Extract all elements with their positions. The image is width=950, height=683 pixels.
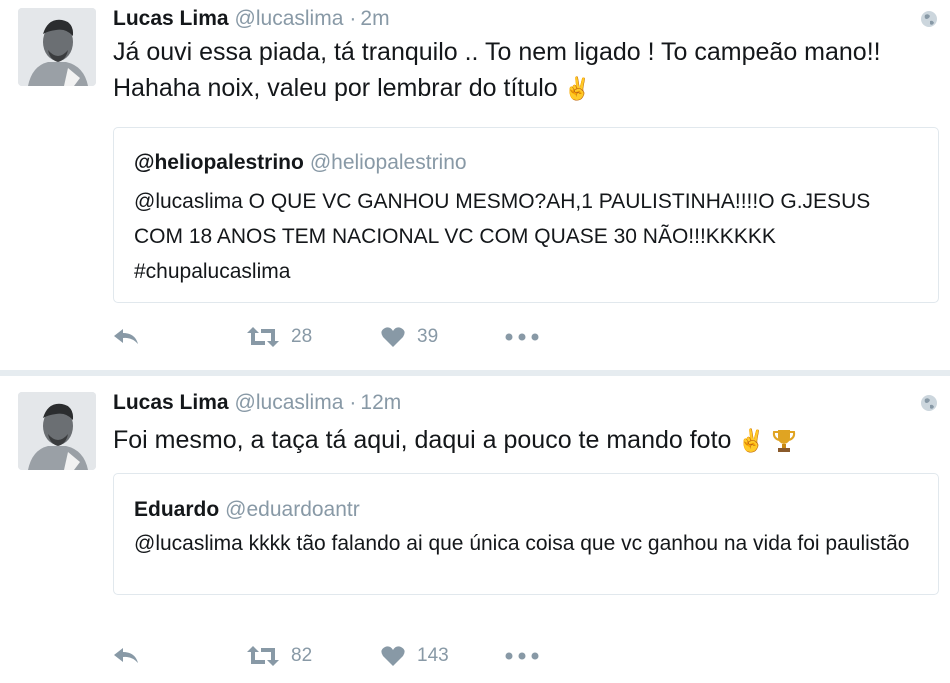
- like-button[interactable]: 143: [381, 645, 505, 667]
- quoted-tweet-header: @heliopalestrino @heliopalestrino: [134, 150, 467, 176]
- heart-icon: [381, 646, 405, 666]
- like-count: 143: [417, 645, 449, 666]
- more-icon: [505, 333, 539, 341]
- reply-icon: [114, 648, 138, 663]
- tweet-header: Lucas Lima @lucaslima · 2m: [113, 6, 390, 32]
- retweet-icon: [247, 646, 279, 666]
- author-name[interactable]: Lucas Lima: [113, 391, 229, 414]
- tweet-timestamp[interactable]: 2m: [360, 7, 389, 30]
- tweet-text: Foi mesmo, a taça tá aqui, daqui a pouco…: [113, 422, 933, 458]
- author-handle[interactable]: @lucaslima: [235, 391, 344, 414]
- reply-button[interactable]: [113, 647, 247, 665]
- author-handle[interactable]: @lucaslima: [235, 7, 344, 30]
- avatar[interactable]: [18, 392, 96, 470]
- tweet-text-content: Já ouvi essa piada, tá tranquilo .. To n…: [113, 38, 881, 102]
- quoted-author-handle: @eduardoantr: [225, 498, 360, 521]
- more-button[interactable]: [505, 652, 539, 660]
- retweet-icon: [247, 327, 279, 347]
- more-icon: [505, 652, 539, 660]
- retweet-button[interactable]: 28: [247, 326, 381, 348]
- retweet-count: 82: [291, 645, 313, 666]
- quoted-tweet[interactable]: Eduardo @eduardoantr @lucaslima kkkk tão …: [113, 473, 939, 595]
- avatar[interactable]: [18, 8, 96, 86]
- tweet-actions: 28 39: [113, 323, 539, 351]
- quoted-tweet-text: @lucaslima O QUE VC GANHOU MESMO?AH,1 PA…: [134, 190, 871, 283]
- quoted-author-name: Eduardo: [134, 498, 220, 521]
- victory-hand-emoji-icon: ✌: [563, 76, 592, 102]
- reply-button[interactable]: [113, 328, 247, 346]
- tweet-actions: 82 143: [113, 642, 539, 670]
- victory-hand-emoji-icon: ✌: [737, 428, 765, 454]
- reply-icon: [114, 329, 138, 344]
- author-name[interactable]: Lucas Lima: [113, 7, 229, 30]
- trophy-emoji-icon: [771, 428, 797, 454]
- tweet-header: Lucas Lima @lucaslima · 12m: [113, 390, 401, 416]
- globe-icon: [920, 394, 938, 412]
- globe-icon: [920, 10, 938, 28]
- tweet[interactable]: Lucas Lima @lucaslima · 12m Foi mesmo, a ta…: [0, 376, 950, 683]
- quoted-author-handle: @heliopalestrino: [309, 151, 467, 174]
- retweet-button[interactable]: 82: [247, 645, 381, 667]
- quoted-tweet-text: @lucaslima kkkk tão falando ai que única…: [134, 532, 910, 555]
- tweet-text-content: Foi mesmo, a taça tá aqui, daqui a pouco…: [113, 426, 732, 454]
- quoted-tweet[interactable]: @heliopalestrino @heliopalestrino @lucasl…: [113, 127, 939, 303]
- quoted-author-name: @heliopalestrino: [134, 151, 304, 174]
- like-count: 39: [417, 326, 439, 347]
- heart-icon: [381, 327, 405, 347]
- separator-dot: ·: [349, 7, 357, 30]
- quoted-tweet-header: Eduardo @eduardoantr: [134, 497, 360, 523]
- tweet-timestamp[interactable]: 12m: [360, 391, 401, 414]
- retweet-count: 28: [291, 326, 313, 347]
- separator-dot: ·: [349, 391, 357, 414]
- timeline: Lucas Lima @lucaslima · 2m Já ouvi essa pia…: [0, 0, 950, 683]
- tweet-text: Já ouvi essa piada, tá tranquilo .. To n…: [113, 34, 933, 106]
- more-button[interactable]: [505, 333, 539, 341]
- tweet[interactable]: Lucas Lima @lucaslima · 2m Já ouvi essa pia…: [0, 0, 950, 370]
- like-button[interactable]: 39: [381, 326, 505, 348]
